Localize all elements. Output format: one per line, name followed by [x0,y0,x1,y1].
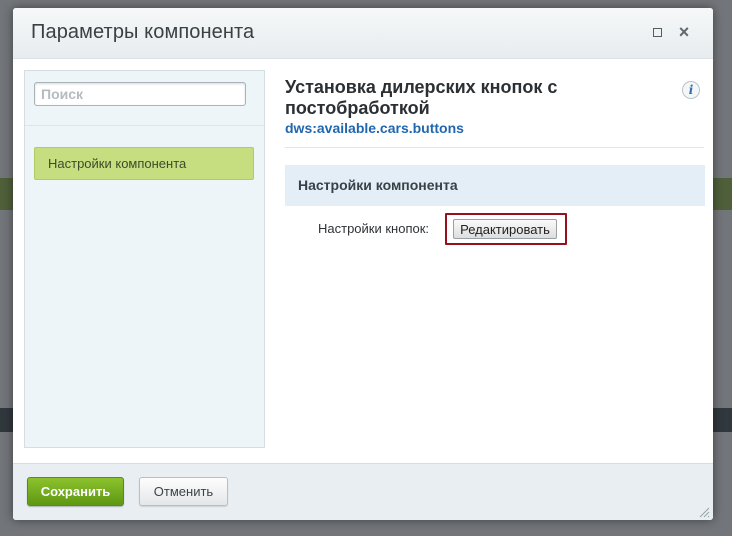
component-title: Установка дилерских кнопок с постобработ… [285,77,558,118]
section-header: Настройки компонента [285,165,705,206]
main-panel: Установка дилерских кнопок с постобработ… [285,59,705,463]
component-code: dws:available.cars.buttons [285,120,464,136]
edit-button[interactable]: Редактировать [453,219,557,239]
maximize-icon [653,28,662,37]
info-icon[interactable]: i [682,81,700,99]
dialog-title: Параметры компонента [31,21,255,43]
close-icon: × [678,22,690,42]
dialog-body: Настройки компонента Установка дилерских… [13,59,713,463]
maximize-button[interactable] [648,23,666,41]
edit-button-highlight: Редактировать [445,213,567,245]
dialog-header: Параметры компонента × [13,8,713,59]
save-button[interactable]: Сохранить [27,477,124,506]
close-button[interactable]: × [675,23,693,41]
sidebar: Настройки компонента [24,70,265,448]
component-params-dialog: Параметры компонента × Настройки компоне… [13,8,713,520]
resize-grip-icon[interactable] [698,506,710,518]
search-area [25,71,264,126]
button-settings-label: Настройки кнопок: [318,221,430,236]
search-input[interactable] [34,82,246,106]
sidebar-item-component-settings[interactable]: Настройки компонента [34,147,254,180]
cancel-button[interactable]: Отменить [139,477,228,506]
divider [285,147,704,148]
dialog-footer: Сохранить Отменить [13,463,713,520]
